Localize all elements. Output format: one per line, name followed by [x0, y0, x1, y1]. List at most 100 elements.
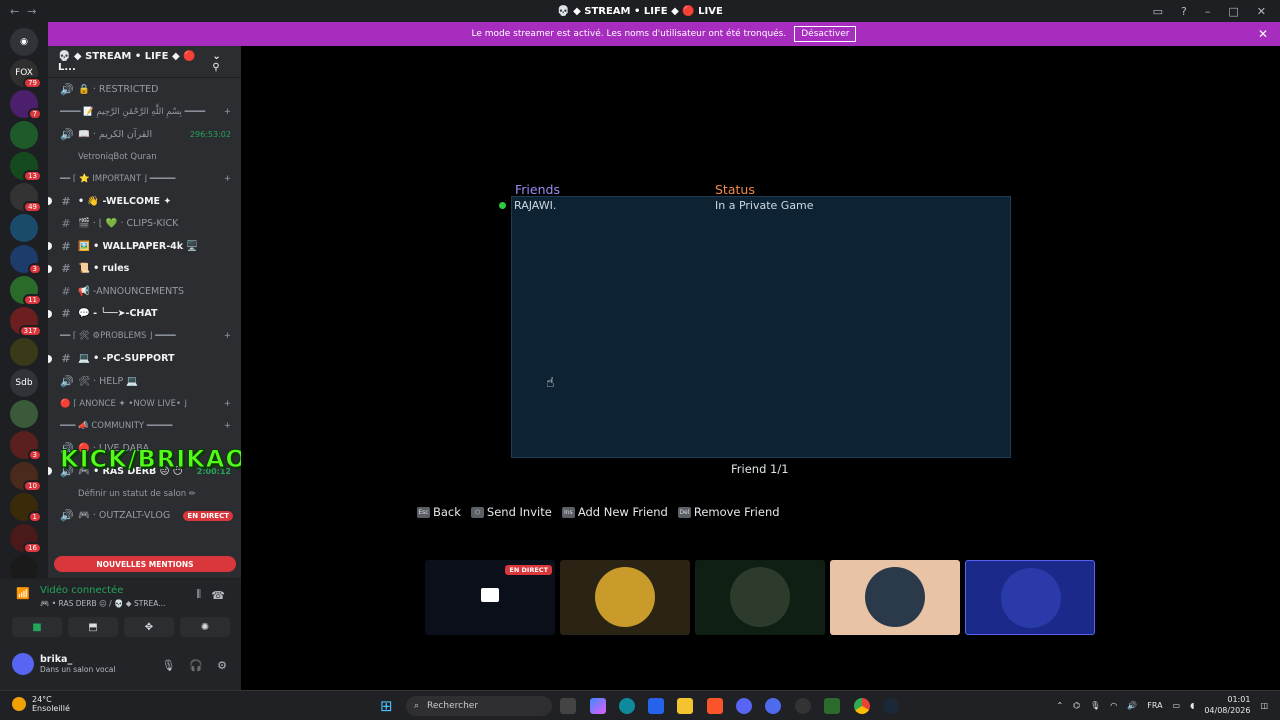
help-icon[interactable]: ? — [1181, 5, 1187, 18]
chevron-up-icon[interactable]: ⌃ — [1056, 701, 1063, 710]
clock[interactable]: 01:01 04/08/2026 — [1204, 694, 1250, 716]
add-channel-icon[interactable]: + — [224, 421, 231, 431]
channel-item[interactable]: # 💻 • -PC-SUPPORT — [48, 348, 241, 371]
server-icon-fox[interactable]: FOX 79 — [10, 59, 42, 89]
volume-icon[interactable]: 🔊 — [1127, 701, 1137, 710]
participant-tile[interactable]: EN DIRECT — [425, 560, 555, 635]
server-icon[interactable]: 49 — [10, 183, 42, 213]
channel-item[interactable]: 🔊 🛠 · HELP 💻 — [48, 370, 241, 393]
server-header[interactable]: 💀 ◆ STREAM • LIFE ◆ 🔴 L... ⌄ ⚲ — [48, 46, 241, 78]
chat-app-icon[interactable] — [765, 698, 781, 714]
close-icon[interactable]: ✕ — [1258, 27, 1268, 41]
game-action-send-invite[interactable]: ⬡ Send Invite — [470, 505, 552, 519]
channel-item[interactable]: 🔊 📖 · القرآن الكريم 296:53:02 — [48, 123, 241, 146]
participant-tile[interactable] — [965, 560, 1095, 635]
disable-streamer-mode-button[interactable]: Désactiver — [794, 26, 857, 42]
microphone-icon[interactable]: 🎙 — [161, 659, 175, 672]
obs-icon[interactable] — [795, 698, 811, 714]
new-mentions-pill[interactable]: NOUVELLES MENTIONS — [54, 556, 236, 572]
chevron-down-icon[interactable]: ⌄ ⚲ — [212, 51, 231, 73]
channel-category[interactable]: ━━ ⌈ ⭐ IMPORTANT ⌋ ━━━━━ + — [48, 168, 241, 191]
server-icon[interactable] — [10, 121, 38, 149]
channel-item[interactable]: 🔊 🎮 · OUTZALT-VLOG EN DIRECT — [48, 505, 241, 528]
copilot-icon[interactable] — [590, 698, 606, 714]
store-icon[interactable] — [648, 698, 664, 714]
channel-category[interactable]: 🔴 ⌈ ANONCE ✦ •NOW LIVE• ⌋ + — [48, 393, 241, 416]
language-indicator[interactable]: FRA — [1147, 701, 1162, 710]
wifi-icon[interactable]: ◠ — [1110, 701, 1117, 710]
settings-gear-icon[interactable]: ⚙ — [217, 659, 227, 672]
server-icon[interactable] — [10, 400, 38, 428]
stream-participant-tiles: EN DIRECT — [425, 560, 1095, 635]
disconnect-icon[interactable]: ☎ — [211, 589, 225, 602]
close-button[interactable]: ✕ — [1257, 5, 1266, 18]
channel-category[interactable]: ━━━ 📣 COMMUNITY ━━━━━ + — [48, 415, 241, 438]
game-action-add-new-friend[interactable]: Ins Add New Friend — [561, 505, 668, 519]
task-view-icon[interactable] — [560, 698, 576, 714]
channel-item[interactable]: # 🖼️ • WALLPAPER-4k 🖥️ — [48, 235, 241, 258]
brave-icon[interactable] — [707, 698, 723, 714]
voice-channel-name[interactable]: 🎮 • RAS DERB 😐 / 💀 ◆ STREA... — [40, 599, 165, 608]
server-icon[interactable]: 13 — [10, 152, 42, 182]
activities-button[interactable]: ✥ — [124, 617, 174, 637]
headphones-icon[interactable]: 🎧 — [189, 659, 203, 672]
add-channel-icon[interactable]: + — [224, 399, 231, 409]
friend-name[interactable]: RAJAWI. — [514, 199, 556, 212]
participant-tile[interactable] — [830, 560, 960, 635]
channel-item[interactable]: # 🎬 · ⌊ 💚 · CLIPS-KICK — [48, 213, 241, 236]
add-channel-icon[interactable]: + — [224, 107, 231, 117]
maximize-button[interactable]: □ — [1228, 5, 1238, 18]
server-icon[interactable] — [10, 338, 38, 366]
forward-arrow-icon[interactable]: → — [27, 5, 36, 18]
discord-home-icon[interactable]: ◉ — [10, 28, 38, 56]
channel-category[interactable]: ━━ ⌈ 🛠 ⚙PROBLEMS ⌋ ━━━━ + — [48, 325, 241, 348]
back-arrow-icon[interactable]: ← — [10, 5, 19, 18]
channel-category[interactable]: ━━━━ 📝 بِسْمِ اللَّهِ الرَّحْمَٰنِ الرَّ… — [48, 101, 241, 124]
server-icon[interactable] — [10, 214, 38, 242]
network-icon[interactable]: ⌬ — [1073, 701, 1080, 710]
camera-button[interactable]: ■ — [12, 617, 62, 637]
channel-item[interactable]: # 💬 - ╰──➤-CHAT — [48, 303, 241, 326]
mic-tray-icon[interactable]: 🎙 — [1090, 701, 1100, 710]
server-icon[interactable]: 3 — [10, 431, 42, 461]
windows-start-icon[interactable]: ⊞ — [380, 697, 393, 715]
server-icon[interactable]: 317 — [10, 307, 42, 337]
game-action-remove-friend[interactable]: Del Remove Friend — [677, 505, 780, 519]
discord-icon[interactable] — [736, 698, 752, 714]
user-panel[interactable]: brika_ Dans un salon vocal — [12, 653, 115, 675]
weather-widget[interactable]: 24°C Ensoleillé — [12, 695, 70, 713]
add-channel-icon[interactable]: + — [224, 174, 231, 184]
server-icon[interactable]: 7 — [10, 90, 42, 120]
edge-icon[interactable] — [619, 698, 635, 714]
notifications-icon[interactable]: ◫ — [1260, 701, 1268, 710]
chrome-icon[interactable] — [854, 698, 870, 714]
channel-item[interactable]: # 📜 • rules — [48, 258, 241, 281]
noise-suppression-icon[interactable]: ⫼ — [196, 589, 201, 600]
server-icon[interactable]: 10 — [10, 462, 42, 492]
participant-tile[interactable] — [560, 560, 690, 635]
voice-member[interactable]: VetroniqBot Quran — [48, 146, 241, 168]
server-icon[interactable]: 16 — [10, 524, 42, 554]
channel-item[interactable]: # 📢 -ANNOUNCEMENTS — [48, 280, 241, 303]
display-icon[interactable]: ▭ — [1173, 701, 1181, 710]
channel-item[interactable]: # • 👋 -WELCOME ✦ — [48, 190, 241, 213]
soundboard-button[interactable]: ✺ — [180, 617, 230, 637]
server-icon-sdb[interactable]: Sdb — [10, 369, 38, 397]
terminal-icon[interactable] — [824, 698, 840, 714]
add-channel-icon[interactable]: + — [224, 331, 231, 341]
taskbar-search[interactable]: ⌕ Rechercher — [406, 696, 552, 716]
server-icon[interactable]: 11 — [10, 276, 42, 306]
steam-icon[interactable] — [883, 698, 899, 714]
friend-status: In a Private Game — [715, 199, 814, 212]
server-icon[interactable]: 3 — [10, 245, 42, 275]
inbox-icon[interactable]: ▭ — [1153, 5, 1163, 18]
file-explorer-icon[interactable] — [677, 698, 693, 714]
minimize-button[interactable]: – — [1205, 5, 1211, 18]
participant-tile[interactable] — [695, 560, 825, 635]
channel-item[interactable]: 🔊 🔒 · RESTRICTED — [48, 78, 241, 101]
game-action-back[interactable]: Esc Back — [417, 505, 461, 519]
server-icon[interactable]: 1 — [10, 493, 42, 523]
screen-share-button[interactable]: ⬒ — [68, 617, 118, 637]
speaker-icon[interactable]: ◖ — [1190, 701, 1194, 710]
voice-member[interactable]: Définir un statut de salon ✏ — [48, 483, 241, 505]
